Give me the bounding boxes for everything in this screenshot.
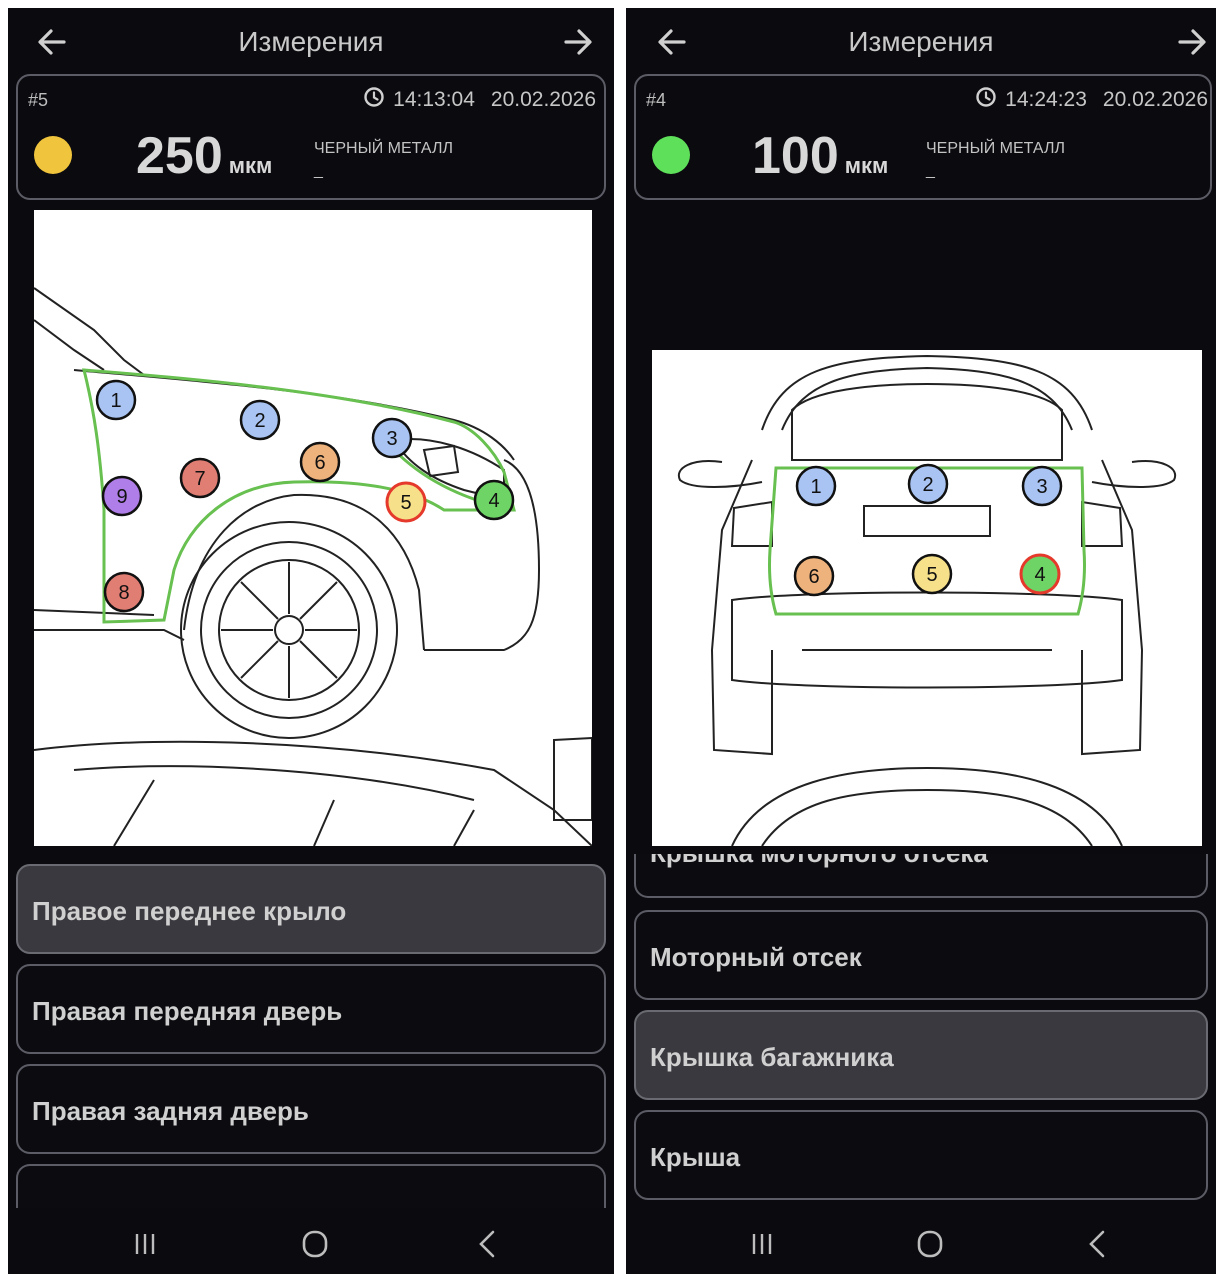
forward-arrow-icon[interactable]	[560, 24, 596, 60]
list-item-right-front-fender[interactable]: Правое переднее крыло	[16, 864, 606, 954]
point-3[interactable]: 3	[1021, 465, 1063, 507]
record-number: #5	[28, 90, 49, 110]
list-item-label: Крышка моторного отсека	[650, 854, 988, 869]
page-title: Измерения	[848, 26, 994, 57]
point-5[interactable]: 5	[385, 481, 427, 523]
metal-subtype: _	[926, 162, 935, 179]
metal-subtype: _	[314, 162, 323, 179]
value-number: 250	[136, 127, 223, 185]
list-item-label: Крыша	[650, 1142, 741, 1172]
system-nav-bar	[8, 1208, 614, 1274]
measurement-value: 250 мкм	[136, 126, 272, 186]
svg-text:1: 1	[110, 390, 121, 412]
timestamp: 14:24:23 20.02.2026	[975, 86, 1208, 114]
svg-text:2: 2	[254, 410, 265, 432]
home-icon[interactable]	[295, 1226, 335, 1262]
measurement-value: 100 мкм	[752, 126, 888, 186]
list-item-right-rear-door[interactable]: Правая задняя дверь	[16, 1064, 606, 1154]
date-text: 20.02.2026	[1102, 88, 1208, 111]
screen-left: Измерения #5 14:13:04 20.02.2026 250 мкм …	[8, 8, 614, 1274]
point-4[interactable]: 4	[1019, 553, 1061, 595]
point-2[interactable]: 2	[907, 463, 949, 505]
chevron-left-icon[interactable]	[468, 1226, 508, 1262]
value-unit: мкм	[228, 153, 273, 178]
time-text: 14:24:23	[1005, 88, 1087, 111]
svg-text:5: 5	[400, 492, 411, 514]
record-number: #4	[646, 90, 667, 110]
svg-text:3: 3	[1036, 476, 1047, 498]
point-9[interactable]: 9	[101, 475, 143, 517]
recents-icon[interactable]	[125, 1226, 165, 1262]
svg-text:6: 6	[314, 452, 325, 474]
svg-text:3: 3	[386, 428, 397, 450]
point-7[interactable]: 7	[179, 457, 221, 499]
list-item-engine-hood[interactable]: Крышка моторного отсека	[634, 854, 1208, 898]
top-bar: Измерения	[8, 8, 614, 74]
timestamp: 14:13:04 20.02.2026	[363, 86, 596, 114]
list-item-trunk-lid[interactable]: Крышка багажника	[634, 1010, 1208, 1100]
measurement-points: 1 2 3 4 5 6 7 8 9	[95, 379, 515, 613]
measurement-points: 1 2 3 4 5 6	[793, 463, 1063, 597]
status-dot	[34, 136, 72, 174]
measurement-card: #4 14:24:23 20.02.2026 100 мкм ЧЕРНЫЙ МЕТ…	[634, 74, 1212, 200]
recents-icon[interactable]	[742, 1226, 782, 1262]
car-diagram-rear: 1 2 3 4 5 6	[652, 350, 1202, 846]
list-item-label: Правая передняя дверь	[32, 996, 343, 1026]
list-item-engine-bay[interactable]: Моторный отсек	[634, 910, 1208, 1000]
point-5[interactable]: 5	[911, 553, 953, 595]
point-1[interactable]: 1	[795, 465, 837, 507]
point-2[interactable]: 2	[239, 399, 281, 441]
svg-text:9: 9	[116, 486, 127, 508]
value-unit: мкм	[844, 153, 889, 178]
metal-type: ЧЕРНЫЙ МЕТАЛЛ	[926, 140, 1065, 157]
measurement-card: #5 14:13:04 20.02.2026 250 мкм ЧЕРНЫЙ МЕТ…	[16, 74, 606, 200]
clock-icon	[363, 86, 393, 114]
metal-type: ЧЕРНЫЙ МЕТАЛЛ	[314, 140, 453, 157]
list-item-label: Правая задняя дверь	[32, 1096, 309, 1126]
point-8[interactable]: 8	[103, 571, 145, 613]
screen-right: Измерения #4 14:24:23 20.02.2026 100 мкм …	[626, 8, 1216, 1274]
forward-arrow-icon[interactable]	[1174, 24, 1210, 60]
svg-text:6: 6	[808, 566, 819, 588]
point-1[interactable]: 1	[95, 379, 137, 421]
value-number: 100	[752, 127, 839, 185]
list-item-label: Правое переднее крыло	[32, 896, 347, 926]
car-diagram-fender: 1 2 3 4 5 6 7 8 9	[34, 210, 592, 846]
chevron-left-icon[interactable]	[1078, 1226, 1118, 1262]
svg-text:5: 5	[926, 564, 937, 586]
svg-text:4: 4	[488, 490, 499, 512]
page-title: Измерения	[238, 26, 384, 57]
point-4[interactable]: 4	[473, 479, 515, 521]
list-item-roof[interactable]: Крыша	[634, 1110, 1208, 1200]
top-bar: Измерения	[626, 8, 1216, 74]
svg-text:4: 4	[1034, 564, 1045, 586]
list-item-right-front-door[interactable]: Правая передняя дверь	[16, 964, 606, 1054]
list-item-partial[interactable]	[16, 1164, 606, 1208]
svg-text:7: 7	[194, 468, 205, 490]
point-3[interactable]: 3	[371, 417, 413, 459]
status-dot	[652, 136, 690, 174]
list-item-label: Крышка багажника	[650, 1042, 894, 1072]
svg-text:1: 1	[810, 476, 821, 498]
clock-icon	[975, 86, 1005, 114]
list-item-label: Моторный отсек	[650, 942, 862, 972]
date-text: 20.02.2026	[490, 88, 596, 111]
point-6[interactable]: 6	[793, 555, 835, 597]
point-6[interactable]: 6	[299, 441, 341, 483]
home-icon[interactable]	[910, 1226, 950, 1262]
system-nav-bar	[626, 1208, 1216, 1274]
svg-text:2: 2	[922, 474, 933, 496]
svg-text:8: 8	[118, 582, 129, 604]
time-text: 14:13:04	[393, 88, 475, 111]
